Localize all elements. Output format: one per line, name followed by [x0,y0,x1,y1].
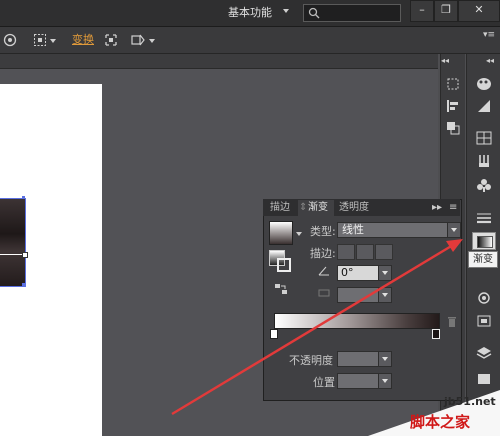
annotation-arrow [171,239,463,416]
watermark-url: jb51.net [444,395,496,408]
watermark-logo-text: 脚本之家 [410,413,471,431]
